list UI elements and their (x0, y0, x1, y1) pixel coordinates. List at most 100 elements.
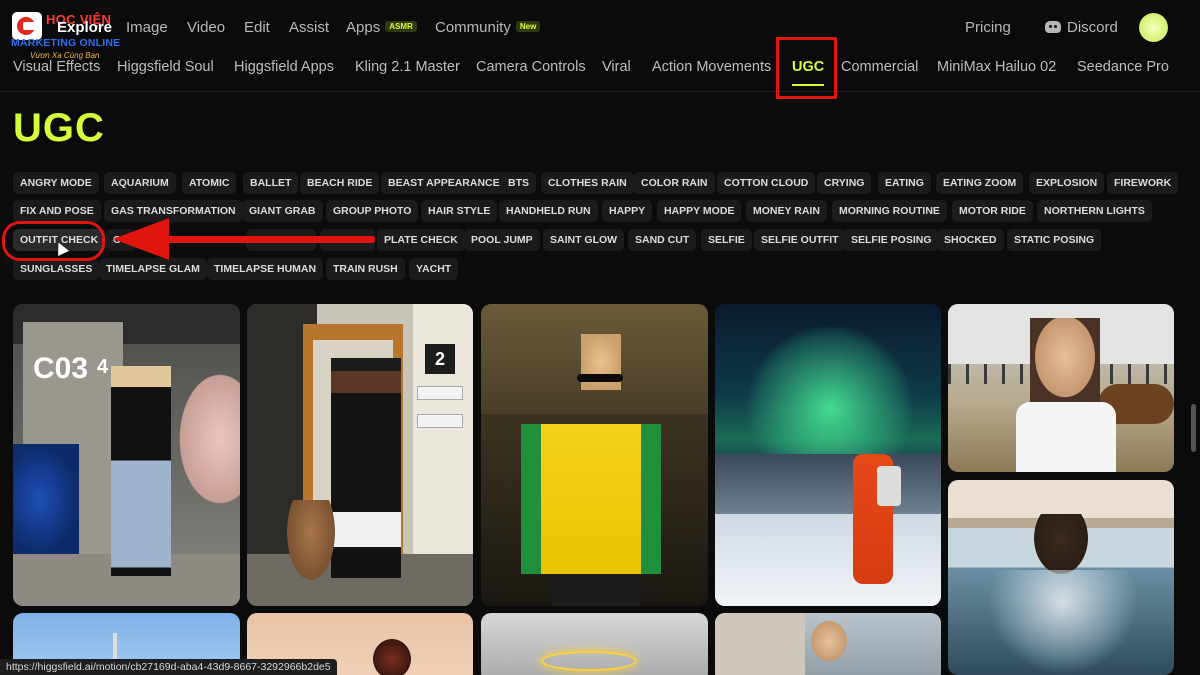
nav-apps[interactable]: Apps ASMR (346, 19, 417, 36)
gallery-card-doorway[interactable]: 2 (247, 304, 473, 606)
building-facade (715, 613, 805, 675)
chip-happy-mode[interactable]: HAPPY MODE (657, 200, 742, 222)
chip-train-rush[interactable]: TRAIN RUSH (326, 258, 405, 280)
chip-clothes-rain[interactable]: CLOTHES RAIN (541, 172, 634, 194)
chip-atomic[interactable]: ATOMIC (182, 172, 237, 194)
chip-happy[interactable]: HAPPY (602, 200, 653, 222)
jersey-stripe-left (521, 424, 541, 574)
water-splash (988, 570, 1138, 675)
chip-firework[interactable]: FIREWORK (1107, 172, 1179, 194)
nav-community[interactable]: Community New (435, 19, 541, 36)
pillar-sign: C03 (33, 352, 89, 385)
chip-northern-lights[interactable]: NORTHERN LIGHTS (1037, 200, 1152, 222)
chip-hair-style[interactable]: HAIR STYLE (421, 200, 498, 222)
chip-ballet[interactable]: BALLET (243, 172, 299, 194)
aurora-glow (745, 324, 915, 464)
gallery-card-pool[interactable] (948, 480, 1174, 675)
chip-group-photo[interactable]: GROUP PHOTO (326, 200, 419, 222)
nav-pricing[interactable]: Pricing (965, 19, 1011, 36)
nav-explore[interactable]: Explore (57, 19, 112, 36)
house-number: 2 (425, 344, 455, 374)
chip-sand-cut[interactable]: SAND CUT (628, 229, 697, 251)
gallery-card-street[interactable] (715, 613, 941, 675)
nav-discord[interactable]: Discord (1045, 19, 1118, 36)
chip-shocked[interactable]: SHOCKED (937, 229, 1004, 251)
tab-action-movements[interactable]: Action Movements (652, 59, 771, 75)
backpack (877, 466, 901, 506)
plaque-2 (417, 414, 463, 428)
jersey-stripe-right (641, 424, 661, 574)
chip-fix-and-pose[interactable]: FIX AND POSE (13, 200, 101, 222)
nav-assist[interactable]: Assist (289, 19, 329, 36)
gallery-card-farm[interactable] (948, 304, 1174, 472)
chip-sunglasses[interactable]: SUNGLASSES (13, 258, 100, 280)
chip-pool-jump[interactable]: POOL JUMP (464, 229, 540, 251)
tab-camera-controls[interactable]: Camera Controls (476, 59, 586, 75)
chip-timelapse-human[interactable]: TIMELAPSE HUMAN (207, 258, 324, 280)
mountains (715, 454, 941, 514)
gallery-card-brazil[interactable] (481, 304, 708, 606)
chip-beach-ride[interactable]: BEACH RIDE (300, 172, 380, 194)
tab-higgsfield-apps[interactable]: Higgsfield Apps (234, 59, 334, 75)
page-title: UGC (13, 106, 105, 150)
chip-beast-appearance[interactable]: BEAST APPEARANCE (381, 172, 507, 194)
chip-morning-routine[interactable]: MORNING ROUTINE (832, 200, 947, 222)
yellow-jersey (521, 424, 661, 574)
chip-angry-mode[interactable]: ANGRY MODE (13, 172, 99, 194)
logo-mark-icon (12, 12, 42, 40)
ugc-highlight-annotation (776, 37, 837, 99)
chip-cotton-cloud[interactable]: COTTON CLOUD (717, 172, 816, 194)
nav-image[interactable]: Image (126, 19, 168, 36)
outfit-check-highlight-annotation (2, 221, 105, 261)
chip-selfie[interactable]: SELFIE (701, 229, 752, 251)
tab-higgsfield-soul[interactable]: Higgsfield Soul (117, 59, 214, 75)
chip-selfie-outfit[interactable]: SELFIE OUTFIT (754, 229, 846, 251)
gallery-card-halo[interactable] (481, 613, 708, 675)
chip-giant-grab[interactable]: GIANT GRAB (242, 200, 323, 222)
user-avatar[interactable] (1139, 13, 1168, 42)
chip-eating-zoom[interactable]: EATING ZOOM (936, 172, 1024, 194)
chip-yacht[interactable]: YACHT (409, 258, 459, 280)
nav-community-label: Community (435, 19, 511, 36)
hair-bun (1034, 514, 1088, 574)
nav-video[interactable]: Video (187, 19, 225, 36)
chip-saint-glow[interactable]: SAINT GLOW (543, 229, 625, 251)
pink-statue (173, 364, 240, 514)
nav-apps-label: Apps (346, 19, 381, 36)
arrow-annotation-head (113, 218, 169, 260)
pants (551, 574, 641, 606)
chip-motor-ride[interactable]: MOTOR RIDE (952, 200, 1033, 222)
gallery-card-parking[interactable]: C03 4 (13, 304, 240, 606)
person-figure (111, 366, 171, 576)
motorbike (13, 444, 79, 554)
tab-commercial[interactable]: Commercial (841, 59, 918, 75)
tab-minimax-hailuo[interactable]: MiniMax Hailuo 02 (937, 59, 1056, 75)
chip-static-posing[interactable]: STATIC POSING (1007, 229, 1102, 251)
tab-kling-master[interactable]: Kling 2.1 Master (355, 59, 460, 75)
white-tank-top (1016, 402, 1116, 472)
chip-explosion[interactable]: EXPLOSION (1029, 172, 1105, 194)
chip-selfie-posing[interactable]: SELFIE POSING (844, 229, 939, 251)
chip-aquarium[interactable]: AQUARIUM (104, 172, 176, 194)
head (1030, 318, 1100, 404)
tab-visual-effects[interactable]: Visual Effects (13, 59, 100, 75)
nav-edit[interactable]: Edit (244, 19, 270, 36)
chip-handheld-run[interactable]: HANDHELD RUN (499, 200, 598, 222)
tab-viral[interactable]: Viral (602, 59, 631, 75)
person-figure (331, 358, 401, 578)
gallery-card-aurora[interactable] (715, 304, 941, 606)
chip-crying[interactable]: CRYING (817, 172, 872, 194)
sunglasses (577, 374, 623, 382)
chip-color-rain[interactable]: COLOR RAIN (634, 172, 715, 194)
new-badge: New (515, 21, 541, 32)
chip-plate-check[interactable]: PLATE CHECK (377, 229, 465, 251)
pillar-number: 4 (97, 356, 109, 378)
chip-money-rain[interactable]: MONEY RAIN (746, 200, 827, 222)
tab-seedance-pro[interactable]: Seedance Pro (1077, 59, 1169, 75)
chip-bts[interactable]: BTS (501, 172, 536, 194)
discord-icon (1045, 21, 1061, 33)
logo-line2: MARKETING ONLINE (11, 37, 121, 49)
chip-timelapse-glam[interactable]: TIMELAPSE GLAM (99, 258, 207, 280)
page-scrollbar[interactable] (1191, 404, 1196, 452)
chip-eating[interactable]: EATING (878, 172, 931, 194)
